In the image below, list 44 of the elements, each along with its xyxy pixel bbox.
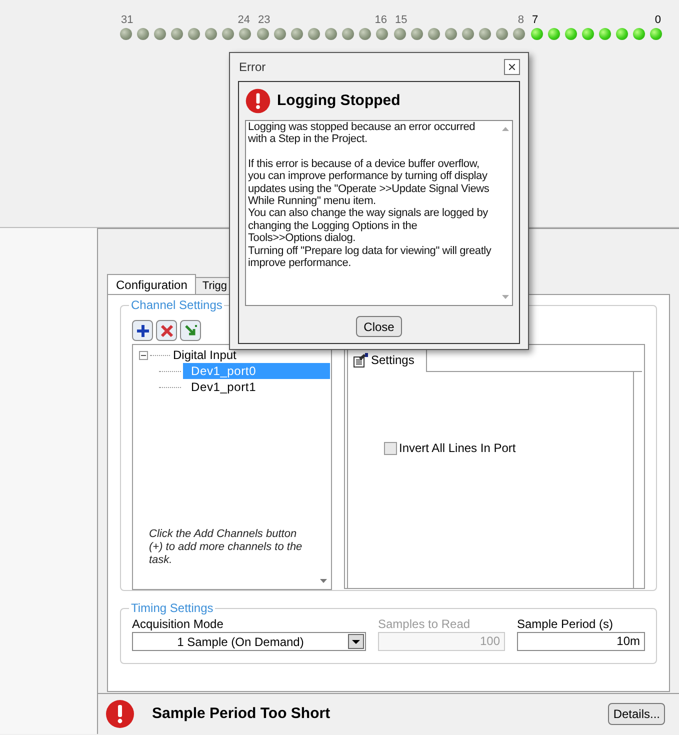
bit-label: 31 (121, 13, 134, 28)
bit-label: 15 (395, 13, 408, 28)
plus-icon (136, 324, 150, 338)
sample-period-field[interactable]: 10m (517, 632, 645, 651)
error-icon (245, 88, 271, 114)
field-label: Acquisition Mode (132, 617, 224, 632)
hint-text: Click the Add Channels button (+) to add more channels to the task. (149, 528, 304, 567)
tree-item[interactable]: Dev1_port1 (183, 379, 331, 395)
checkbox[interactable] (384, 442, 397, 454)
bit-label: 23 (258, 13, 270, 28)
group-legend: Timing Settings (129, 601, 216, 615)
group-legend: Channel Settings (129, 298, 224, 312)
close-icon (509, 64, 515, 70)
bit-label: 16 (374, 13, 387, 28)
message-paragraph: Logging was stopped because an error occurred with a Step in the Project. (248, 121, 476, 146)
bit-label: 0 (654, 13, 661, 28)
arrow-icon (184, 324, 198, 338)
scroll-up-icon[interactable] (502, 127, 508, 131)
dropdown-arrow-icon (352, 640, 360, 644)
status-message: Sample Period Too Short (152, 704, 332, 724)
scroll-down-icon[interactable] (502, 295, 508, 299)
dialog-heading: Logging Stopped (277, 90, 400, 111)
field-label: Samples to Read (378, 617, 472, 632)
tab[interactable]: Configuration (107, 274, 196, 294)
bit-label: 24 (238, 13, 250, 28)
tree-item[interactable]: Digital Input (172, 346, 238, 364)
bit-label: 7 (532, 13, 538, 28)
bit-label: 8 (518, 13, 524, 28)
tab[interactable]: Trigg (196, 277, 230, 294)
message-paragraph: If this error is because of a device buffer overflow, you can improve performance by turning off display updates using the "Operate >>Update Signal Views While Running" menu item. You can also change the way signals are logged by changing the Logging Options in the Tools>>Options dialog. Turning off "Prepare log data for viewing" will greatly improve performance. (248, 158, 492, 270)
close-button[interactable] (504, 59, 520, 75)
acquisition-mode-dropdown[interactable]: 1 Sample (On Demand) (132, 632, 366, 651)
dialog-title: Error (239, 59, 266, 76)
settings-icon (353, 352, 368, 368)
checkbox-label: Invert All Lines In Port (399, 440, 516, 457)
scroll-down-icon (320, 579, 327, 583)
error-icon (105, 699, 135, 729)
field-label: Sample Period (s) (517, 617, 614, 632)
add-button[interactable] (132, 320, 153, 341)
details-button[interactable]: Details... (608, 703, 665, 725)
close-icon (160, 324, 174, 338)
delete-button[interactable] (156, 320, 177, 341)
close-button[interactable]: Close (356, 316, 402, 337)
move-button[interactable] (180, 320, 201, 341)
